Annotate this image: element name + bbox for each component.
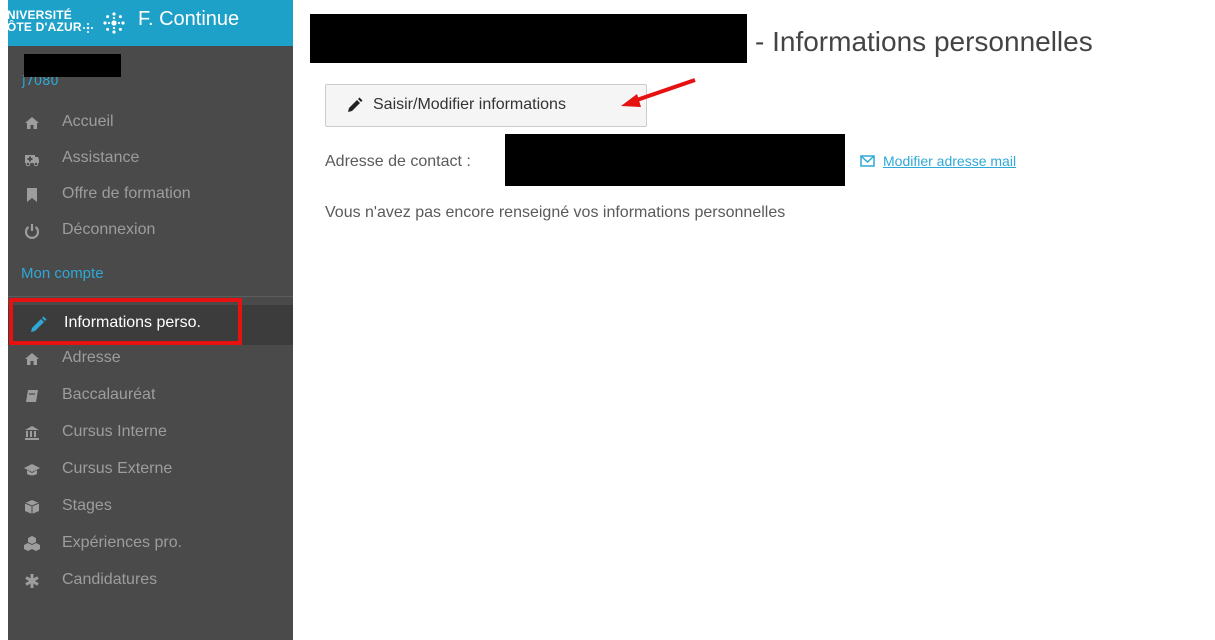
institution-icon xyxy=(25,426,39,440)
university-name-line2: CÔTE D'AZUR xyxy=(0,20,82,34)
nav-item-baccalaureat[interactable]: Baccalauréat xyxy=(8,378,293,414)
nav-item-label: Stages xyxy=(62,497,112,514)
modify-email-link[interactable]: Modifier adresse mail xyxy=(860,153,1016,169)
nav-item-label: Baccalauréat xyxy=(62,386,156,403)
nav-item-offre-formation[interactable]: Offre de formation xyxy=(8,177,293,213)
nav-item-label: Offre de formation xyxy=(62,185,191,202)
contact-label: Adresse de contact : xyxy=(325,153,471,170)
nav-item-assistance[interactable]: Assistance xyxy=(8,141,293,177)
nav-item-label: Assistance xyxy=(62,149,140,166)
section-divider xyxy=(8,296,293,297)
bookmark-icon xyxy=(27,188,37,202)
modify-email-label: Modifier adresse mail xyxy=(883,153,1017,169)
cubes-icon xyxy=(24,536,40,551)
user-info: j7080 xyxy=(8,46,293,92)
redacted-username xyxy=(24,54,121,77)
red-arrow-annotation xyxy=(621,78,696,107)
nav-item-cursus-externe[interactable]: Cursus Externe xyxy=(8,452,293,488)
asterisk-icon xyxy=(25,574,39,588)
page-gutter xyxy=(0,0,8,640)
pencil-icon xyxy=(348,97,363,112)
nav-item-deconnexion[interactable]: Déconnexion xyxy=(8,213,293,249)
nav-item-label: Adresse xyxy=(62,349,121,366)
nav-item-label: Cursus Externe xyxy=(62,460,173,477)
nav-item-label: Déconnexion xyxy=(62,221,156,238)
logo-dots-icon xyxy=(83,23,93,33)
book-icon xyxy=(26,390,38,402)
graduation-cap-icon xyxy=(24,464,40,476)
ambulance-icon xyxy=(25,155,39,167)
power-icon xyxy=(24,224,40,239)
home-icon xyxy=(25,117,39,129)
highlight-annotation xyxy=(9,298,242,345)
redacted-name xyxy=(310,14,747,63)
edit-button-label: Saisir/Modifier informations xyxy=(373,96,566,113)
university-logo-text: UNIVERSITÉ CÔTE D'AZUR xyxy=(0,9,82,33)
nav-item-accueil[interactable]: Accueil xyxy=(8,105,293,141)
nav-item-experiences-pro[interactable]: Expériences pro. xyxy=(8,526,293,562)
nav-item-stages[interactable]: Stages xyxy=(8,489,293,525)
university-logo-icon xyxy=(103,12,125,34)
nav-item-candidatures[interactable]: Candidatures xyxy=(8,563,293,599)
nav-item-adresse[interactable]: Adresse xyxy=(8,341,293,377)
home-icon xyxy=(25,353,39,365)
brand-header[interactable]: UNIVERSITÉ CÔTE D'AZUR F. Continue xyxy=(0,0,293,46)
edit-information-button[interactable]: Saisir/Modifier informations xyxy=(325,84,647,127)
nav-item-label: Cursus Interne xyxy=(62,423,167,440)
page-title: - Informations personnelles xyxy=(755,26,1093,57)
nav-item-label: Accueil xyxy=(62,113,114,130)
nav-item-label: Candidatures xyxy=(62,571,158,588)
app-title: F. Continue xyxy=(138,8,240,30)
section-label-mon-compte: Mon compte xyxy=(21,265,104,282)
info-message: Vous n'avez pas encore renseigné vos inf… xyxy=(325,204,786,221)
cube-icon xyxy=(24,500,40,514)
nav-item-cursus-interne[interactable]: Cursus Interne xyxy=(8,415,293,451)
nav-item-label: Expériences pro. xyxy=(62,534,183,551)
redacted-email xyxy=(505,134,845,186)
